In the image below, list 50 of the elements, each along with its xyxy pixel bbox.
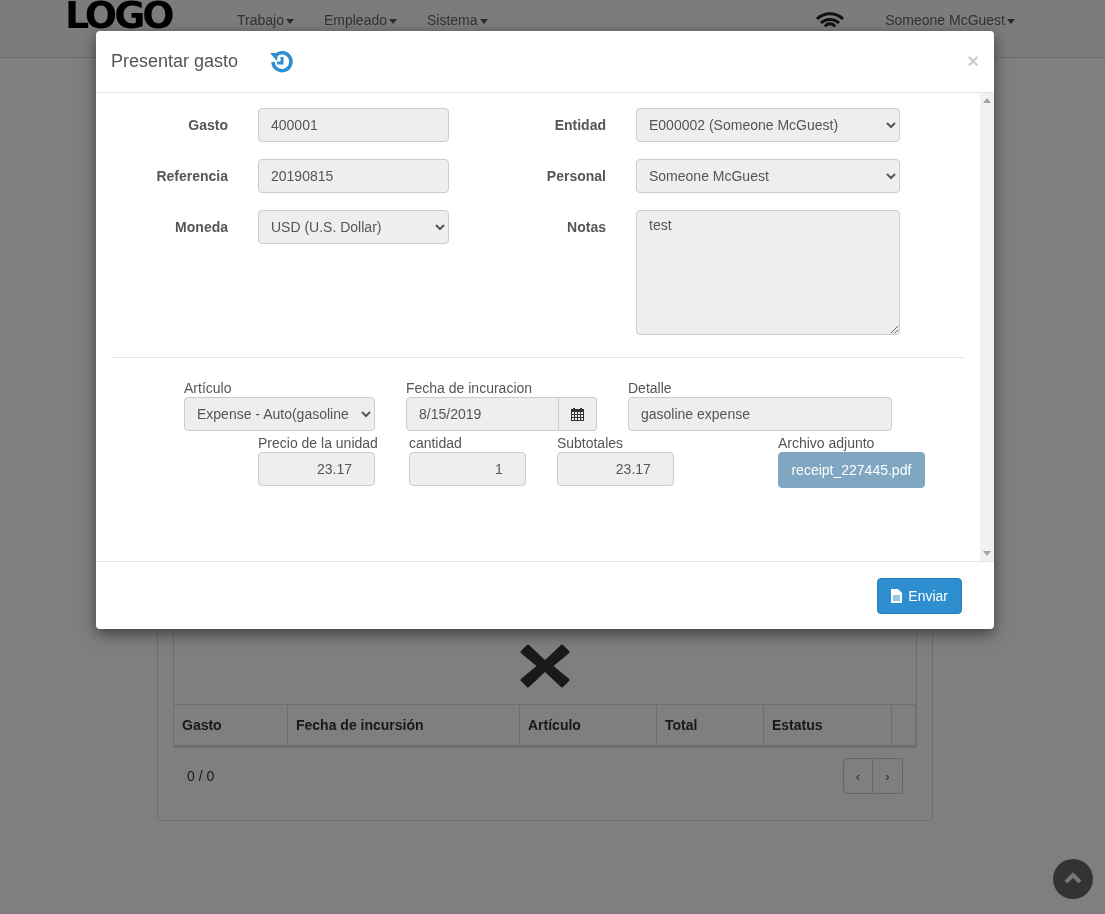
text-field[interactable]: 400001 (258, 108, 449, 142)
number-field[interactable]: 23.17 (258, 452, 375, 486)
number-field[interactable]: 1 (408, 452, 526, 486)
field-label: Precio de la unidad (258, 435, 378, 451)
text-field[interactable]: 20190815 (258, 159, 449, 193)
scroll-down-icon[interactable] (983, 551, 991, 557)
previous-page-button[interactable]: ‹ (843, 758, 873, 794)
scrollbar[interactable] (980, 93, 994, 561)
select-field[interactable]: Expense - Auto(gasoline (184, 397, 375, 431)
field-label: Gasto (187, 116, 228, 133)
select-field[interactable]: Someone McGuest (636, 159, 900, 193)
close-icon (520, 642, 570, 690)
caret-icon (479, 18, 488, 24)
field-label: Subtotales (556, 435, 625, 451)
caret-icon (389, 18, 397, 24)
document-icon (891, 588, 903, 603)
text-field[interactable]: gasoline expense (628, 397, 892, 431)
select-field[interactable]: USD (U.S. Dollar) (258, 210, 449, 244)
column-header: Estatus (764, 705, 892, 745)
column-header: Fecha de incursión (288, 705, 520, 745)
date-field[interactable]: 8/15/2019 (406, 397, 559, 431)
column-header: Gasto (174, 705, 288, 745)
scroll-up-icon[interactable] (983, 97, 991, 103)
calendar-icon (571, 407, 584, 421)
dialog-title: Presentar gasto (111, 51, 239, 72)
logo[interactable]: LOGO (65, 0, 237, 30)
field-label: Detalle (628, 380, 673, 396)
field-label: Moneda (174, 218, 228, 235)
next-page-button[interactable]: › (873, 758, 903, 794)
field-label: Fecha de incuracion (406, 380, 534, 396)
column-header: Artículo (520, 705, 657, 745)
calendar-button[interactable] (559, 397, 597, 431)
field-label: Entidad (553, 116, 606, 133)
caret-icon (1007, 18, 1015, 24)
submit-button[interactable]: Enviar (877, 577, 962, 614)
wifi-icon (815, 12, 846, 28)
page-count: 0 / 0 (187, 768, 215, 784)
field-label: Notas (566, 218, 606, 235)
field-label: Archivo adjunto (777, 435, 876, 451)
number-field[interactable]: 23.17 (556, 452, 674, 486)
field-label: Referencia (155, 167, 228, 184)
field-label: cantidad (408, 435, 463, 451)
select-field[interactable]: E000002 (Someone McGuest) (636, 108, 900, 142)
field-label: Artículo (184, 380, 233, 396)
caret-icon (285, 18, 294, 24)
column-header: Total (657, 705, 764, 745)
field-label: Personal (545, 167, 606, 184)
history-icon[interactable] (268, 49, 295, 74)
scroll-top-icon[interactable] (1053, 859, 1093, 899)
notes-field[interactable]: test (636, 210, 900, 335)
